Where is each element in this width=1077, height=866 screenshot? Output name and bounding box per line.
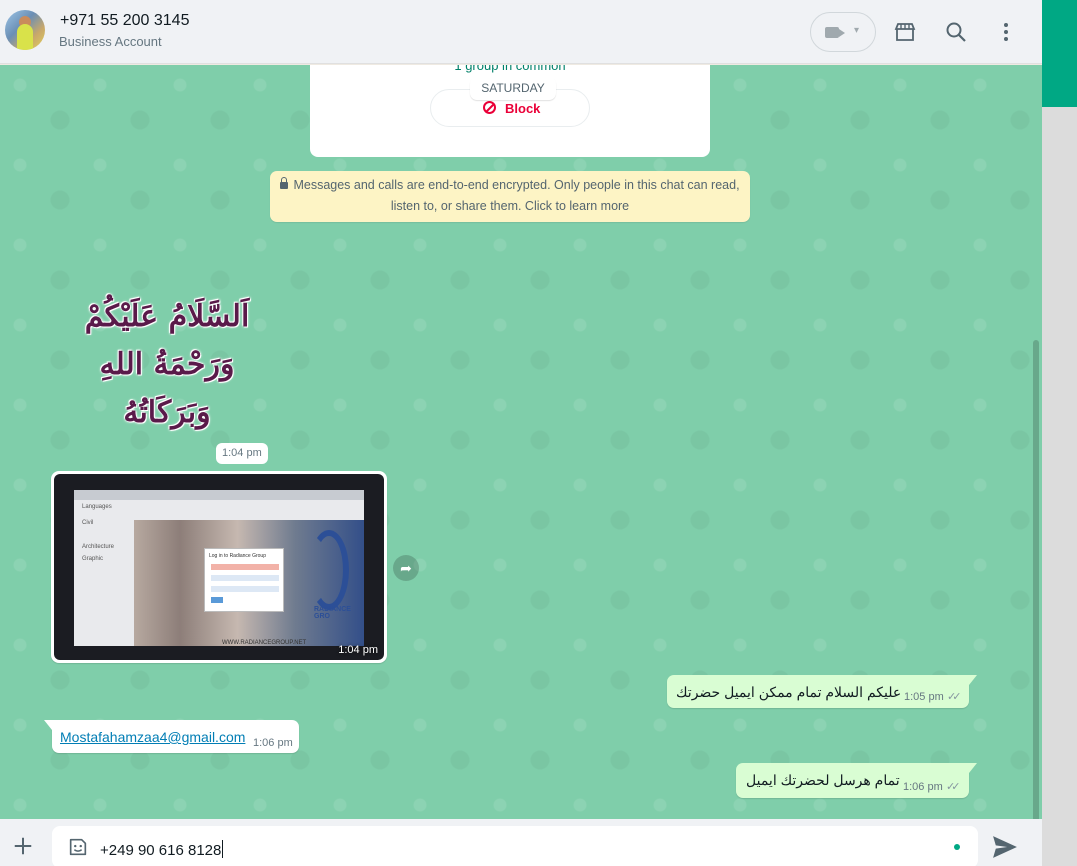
send-icon[interactable] bbox=[992, 835, 1018, 859]
composer-bar: +249 90 616 8128 bbox=[0, 819, 1042, 866]
side-panel-strip bbox=[1042, 0, 1077, 866]
photo-screen: Languages Civil Architecture Graphic Log… bbox=[74, 490, 364, 646]
image-timestamp: 1:04 pm bbox=[338, 644, 378, 656]
image-message[interactable]: Languages Civil Architecture Graphic Log… bbox=[51, 471, 387, 663]
photo-brand: RADIANCE GRO bbox=[314, 606, 351, 620]
search-icon[interactable] bbox=[944, 20, 968, 44]
photo-label-2: Civil bbox=[82, 520, 94, 526]
chat-area[interactable]: 1 group in common Block SATURDAY Message… bbox=[0, 65, 1042, 819]
block-icon bbox=[483, 101, 496, 114]
video-call-icon bbox=[825, 27, 845, 38]
message-time: 1:05 pm bbox=[904, 691, 944, 703]
encryption-text-2: listen to, or share them. Click to learn… bbox=[390, 199, 630, 213]
menu-icon[interactable] bbox=[994, 20, 1018, 44]
photo-label-4: Graphic bbox=[82, 556, 104, 562]
sticker-line-1: اَلسَّلَامُ عَلَيْكُمْ bbox=[84, 299, 250, 334]
avatar[interactable] bbox=[5, 10, 45, 50]
date-separator: SATURDAY bbox=[470, 77, 556, 100]
photo-dialog-title: Log in to Radiance Group bbox=[209, 553, 266, 559]
lock-icon bbox=[280, 177, 289, 189]
message-input-text: +249 90 616 8128 bbox=[100, 840, 224, 859]
message-text: عليكم السلام تمام ممكن ايميل حضرتك bbox=[676, 684, 902, 700]
photo-field-2 bbox=[211, 575, 279, 581]
message-input[interactable]: +249 90 616 8128 bbox=[52, 826, 978, 866]
encryption-notice[interactable]: Messages and calls are end-to-end encryp… bbox=[270, 171, 750, 222]
avatar-figure bbox=[17, 24, 33, 50]
status-dot bbox=[954, 844, 960, 850]
message-text: تمام هرسل لحضرتك ايميل bbox=[746, 772, 900, 788]
photo-login-dialog: Log in to Radiance Group bbox=[204, 548, 284, 612]
contact-name[interactable]: +971 55 200 3145 bbox=[60, 12, 189, 30]
groups-in-common[interactable]: 1 group in common bbox=[310, 65, 710, 73]
message-time: 1:06 pm bbox=[253, 737, 293, 749]
side-panel-accent bbox=[1042, 0, 1077, 107]
chevron-down-icon: ▾ bbox=[854, 25, 860, 36]
photo-browser-bar bbox=[74, 490, 364, 500]
block-label: Block bbox=[505, 101, 541, 116]
photo-field-1 bbox=[211, 564, 279, 570]
forward-icon[interactable]: ➦ bbox=[393, 555, 419, 581]
sticker-line-2: وَرَحْمَةُ اللهِ وَبَرَكَاتُهُ bbox=[99, 347, 235, 430]
contact-subtitle: Business Account bbox=[59, 34, 162, 49]
sticker-icon[interactable] bbox=[67, 836, 89, 858]
email-link[interactable]: Mostafahamzaa4@gmail.com bbox=[60, 729, 245, 745]
image-thumbnail[interactable]: Languages Civil Architecture Graphic Log… bbox=[54, 474, 384, 660]
photo-url: WWW.RADIANCEGROUP.NET bbox=[222, 640, 307, 646]
photo-logo bbox=[309, 530, 349, 610]
message-time: 1:06 pm bbox=[903, 781, 943, 793]
text-caret bbox=[222, 840, 224, 858]
message-bubble-out[interactable]: تمام هرسل لحضرتك ايميل 1:06 pm ✓✓ bbox=[736, 763, 977, 798]
encryption-line-1: Messages and calls are end-to-end encryp… bbox=[270, 175, 750, 196]
message-bubble-out[interactable]: عليكم السلام تمام ممكن ايميل حضرتك 1:05 … bbox=[667, 675, 977, 708]
chat-scrollbar[interactable] bbox=[1033, 340, 1039, 819]
photo-label-3: Architecture bbox=[82, 544, 115, 550]
catalog-icon[interactable] bbox=[893, 20, 917, 44]
double-check-icon: ✓✓ bbox=[946, 781, 961, 793]
message-input-value: +249 90 616 8128 bbox=[100, 842, 222, 859]
plus-icon[interactable] bbox=[12, 835, 34, 857]
photo-field-3 bbox=[211, 586, 279, 592]
photo-label-1: Languages bbox=[82, 504, 112, 510]
photo-button bbox=[211, 597, 223, 603]
greeting-sticker[interactable]: اَلسَّلَامُ عَلَيْكُمْ وَرَحْمَةُ اللهِ … bbox=[72, 293, 262, 430]
video-call-button[interactable]: ▾ bbox=[810, 12, 876, 52]
double-check-icon: ✓✓ bbox=[947, 691, 962, 703]
message-bubble-in[interactable]: Mostafahamzaa4@gmail.com 1:06 pm bbox=[44, 720, 299, 753]
chat-header: +971 55 200 3145 Business Account ▾ bbox=[0, 0, 1042, 64]
sticker-timestamp: 1:04 pm bbox=[216, 443, 268, 464]
encryption-text-1: Messages and calls are end-to-end encryp… bbox=[293, 178, 740, 192]
